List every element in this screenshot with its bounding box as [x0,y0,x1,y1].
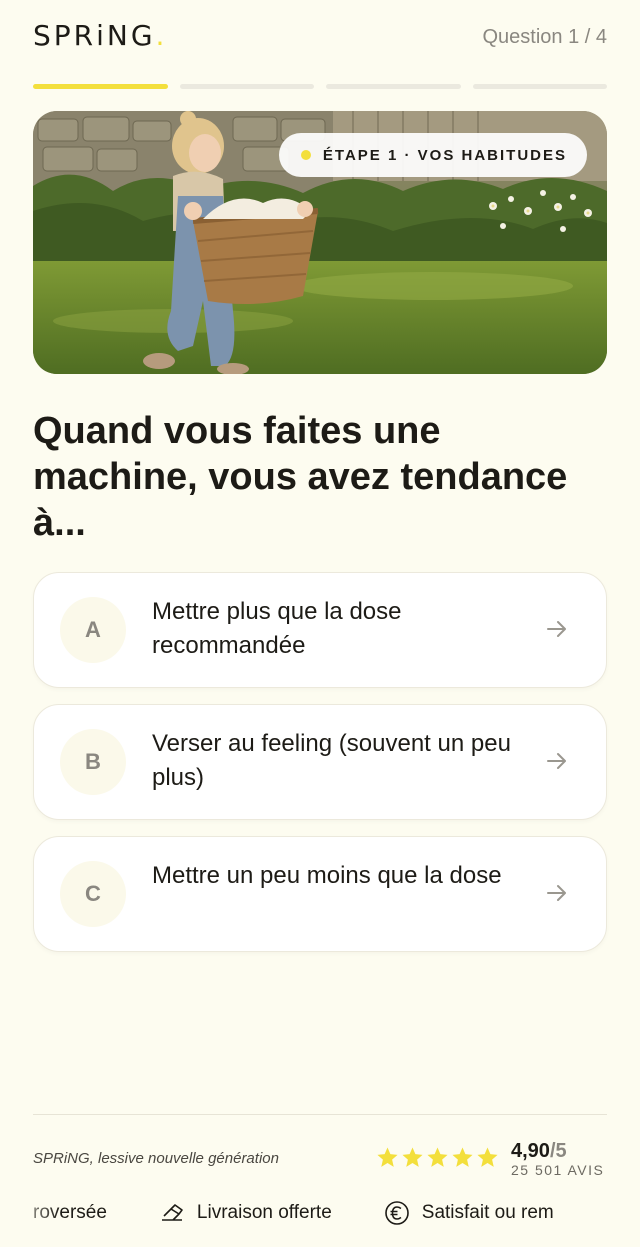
logo-text: SPRiNG [33,19,156,52]
delivery-icon [161,1204,183,1221]
hero-image: ÉTAPE 1 · VOS HABITUDES [33,111,607,374]
arrow-right-icon [547,885,566,901]
progress-segment-4 [472,84,607,89]
answer-option-a[interactable]: A Mettre plus que la dose recommandée [33,572,607,688]
answer-option-b[interactable]: B Verser au feeling (souvent un peu plus… [33,704,607,820]
progress-bar [33,84,607,90]
question-title: Quand vous faites une machine, vous avez… [33,410,568,544]
footer-divider [33,1114,607,1115]
progress-segment-3 [326,84,461,89]
step-label: ÉTAPE 1 · VOS HABITUDES [322,146,567,164]
option-letter-badge: A [60,597,126,663]
rating-stars [376,1146,499,1169]
benefit-item-delivery: Livraison offerte [159,1200,332,1226]
arrow-right-icon [547,621,566,637]
rating-suffix: /5 [549,1140,567,1162]
star-icon [427,1147,448,1167]
option-label: Mettre plus que la dose recommandée [152,598,402,659]
progress-segment-2 [179,84,314,89]
option-letter-badge: B [60,729,126,795]
answer-options: A Mettre plus que la dose recommandée B … [33,572,607,968]
star-icon [452,1147,473,1167]
benefits-marquee: roversée Livraison offerte Satisfait ou … [0,1196,640,1230]
euro-circle-icon [384,1201,409,1225]
logo-dot: . [155,19,168,52]
benefit-item-satisfaction: Satisfait ou rem [384,1200,554,1226]
marquee-fade-left [0,1196,60,1230]
progress-segment-1 [33,84,168,89]
header: SPRiNG. Question 1 / 4 [33,18,607,58]
question-counter: Question 1 / 4 [482,26,607,48]
logo[interactable]: SPRiNG. [33,18,167,54]
arrow-right-icon [547,753,566,769]
step-badge: ÉTAPE 1 · VOS HABITUDES [278,133,587,177]
rating-value: 4,90 [511,1140,550,1162]
marquee-fade-right [580,1196,640,1230]
benefit-label: Livraison offerte [196,1202,332,1223]
benefit-label: Satisfait ou rem [421,1202,554,1223]
option-label: Mettre un peu moins que la dose [152,862,502,889]
option-letter-badge: C [60,861,126,927]
review-count: 25 501 AVIS [511,1162,605,1178]
answer-option-c[interactable]: C Mettre un peu moins que la dose [33,836,607,952]
star-icon [477,1147,498,1167]
brand-tagline: SPRiNG, lessive nouvelle génération [33,1150,279,1167]
star-icon [377,1147,398,1167]
rating-score: 4,90/5 [511,1139,567,1163]
option-label: Verser au feeling (souvent un peu plus) [152,730,511,791]
step-dot-icon [300,150,311,160]
star-icon [402,1147,423,1167]
